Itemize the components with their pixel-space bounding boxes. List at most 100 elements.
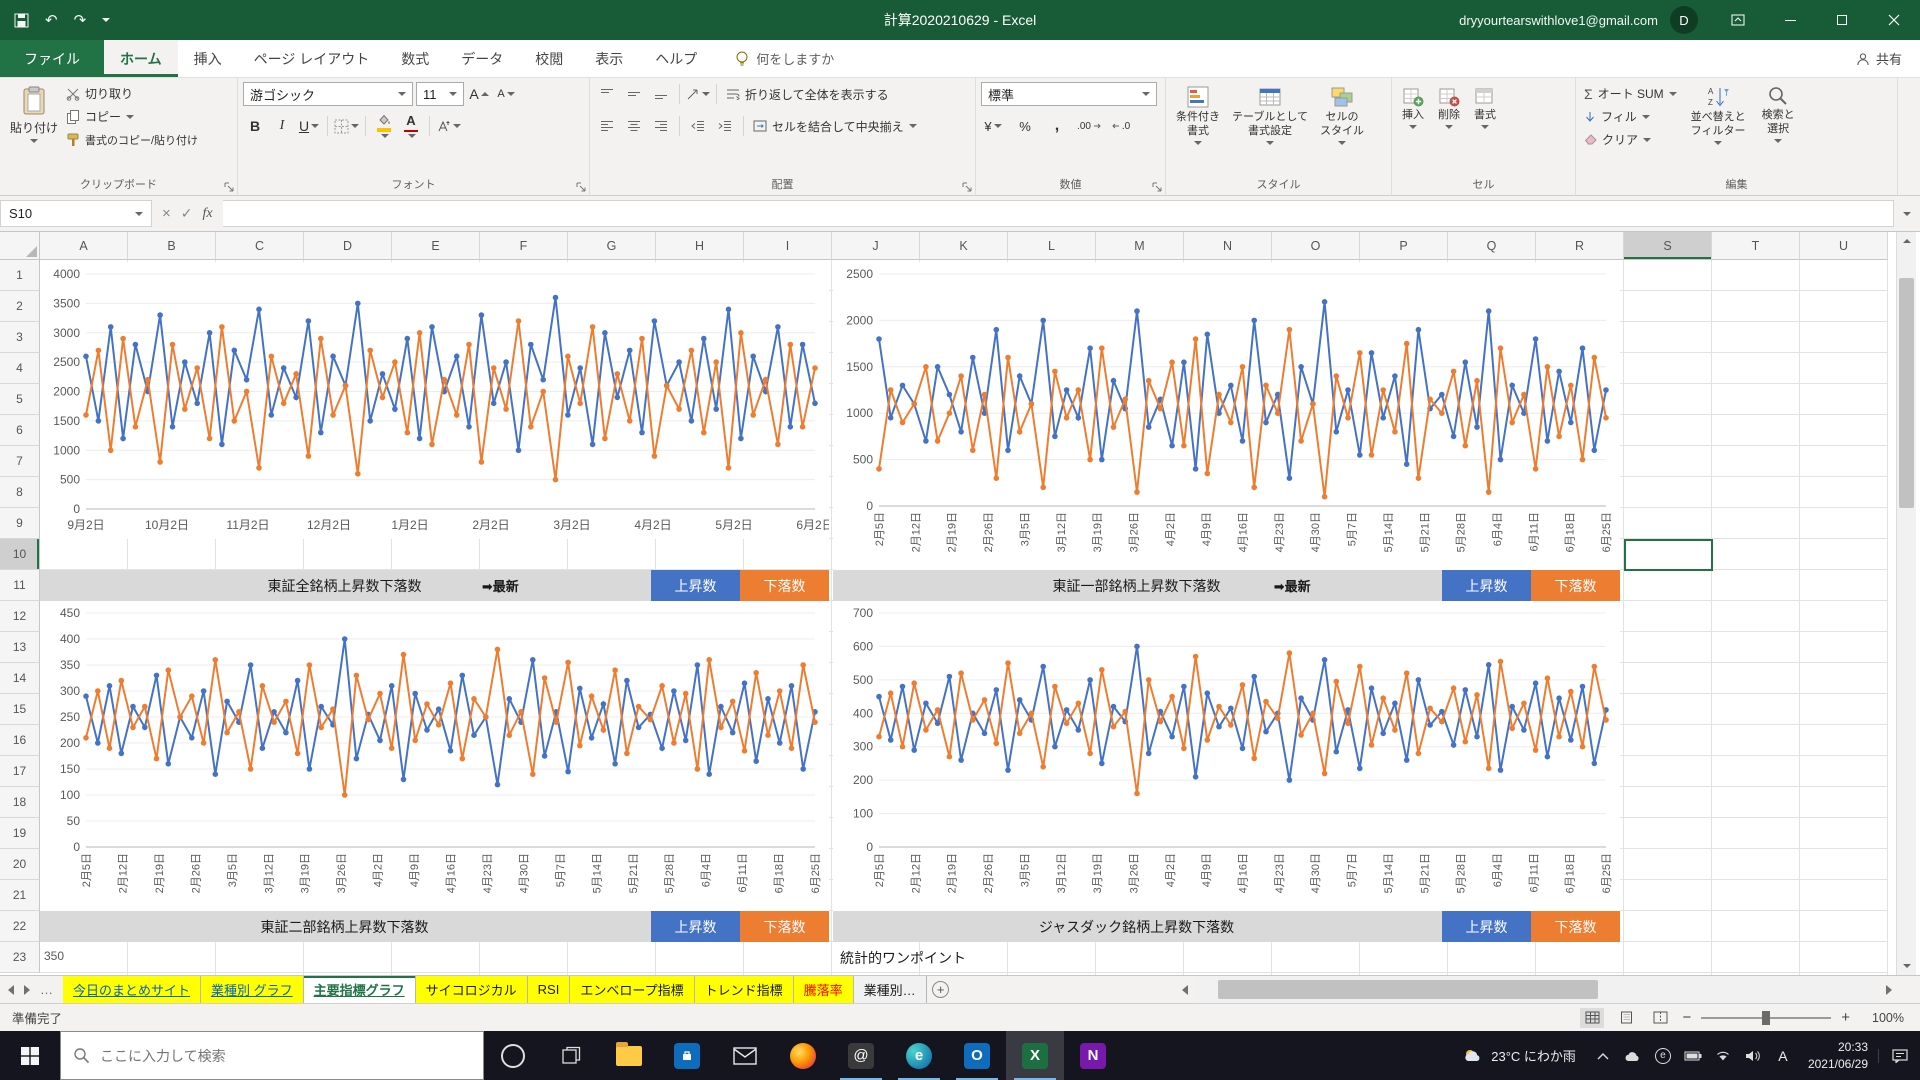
legend-up-cell[interactable]: 上昇数 xyxy=(1442,570,1531,601)
column-header-D[interactable]: D xyxy=(304,232,392,260)
sheet-tab-エンベロープ指標[interactable]: エンベロープ指標 xyxy=(570,976,694,1003)
sheet-tab-今日のまとめサイト[interactable]: 今日のまとめサイト xyxy=(63,976,201,1003)
currency-format-button[interactable]: ¥ xyxy=(981,114,1005,138)
column-header-H[interactable]: H xyxy=(656,232,744,260)
firefox-icon[interactable] xyxy=(774,1031,832,1080)
autosum-button[interactable]: Σオート SUM xyxy=(1581,82,1680,105)
font-color-button[interactable]: A xyxy=(399,114,423,138)
column-header-C[interactable]: C xyxy=(216,232,304,260)
cell-A23[interactable]: 350 xyxy=(44,949,64,963)
weather-button[interactable]: 23°C にわか雨 xyxy=(1451,1046,1588,1065)
decrease-font-button[interactable]: A xyxy=(494,82,518,106)
close-button[interactable] xyxy=(1868,0,1920,40)
sheet-tab-業種別 グラフ[interactable]: 業種別 グラフ xyxy=(201,976,304,1003)
legend-up-cell[interactable]: 上昇数 xyxy=(651,911,740,942)
column-header-Q[interactable]: Q xyxy=(1448,232,1536,260)
sheet-nav-left-icon[interactable] xyxy=(8,985,14,995)
row-header-18[interactable]: 18 xyxy=(0,787,40,818)
sheet-tab-主要指標グラフ[interactable]: 主要指標グラフ xyxy=(304,976,416,1003)
column-header-F[interactable]: F xyxy=(480,232,568,260)
column-header-A[interactable]: A xyxy=(40,232,128,260)
column-header-O[interactable]: O xyxy=(1272,232,1360,260)
column-header-E[interactable]: E xyxy=(392,232,480,260)
underline-button[interactable]: U xyxy=(297,114,321,138)
column-header-S[interactable]: S xyxy=(1624,232,1712,260)
orientation-button[interactable] xyxy=(686,82,710,106)
row-header-2[interactable]: 2 xyxy=(0,291,40,322)
expand-formula-bar-icon[interactable] xyxy=(1894,200,1920,227)
ribbon-tab-データ[interactable]: データ xyxy=(445,40,519,77)
paste-dropdown-icon[interactable] xyxy=(30,139,38,143)
battery-icon[interactable] xyxy=(1678,1051,1708,1061)
row-header-16[interactable]: 16 xyxy=(0,725,40,756)
align-left-button[interactable] xyxy=(595,114,619,138)
clipboard-dialog-launcher[interactable] xyxy=(224,182,234,192)
align-right-button[interactable] xyxy=(649,114,673,138)
onenote-icon[interactable]: N xyxy=(1064,1031,1122,1080)
column-header-L[interactable]: L xyxy=(1008,232,1096,260)
cell-J23[interactable]: 統計的ワンポイント xyxy=(840,942,966,973)
cortana-button[interactable] xyxy=(484,1031,542,1080)
fill-button[interactable]: フィル xyxy=(1581,105,1680,128)
legend-down-cell[interactable]: 下落数 xyxy=(740,911,829,942)
clear-button[interactable]: クリア xyxy=(1581,128,1680,151)
column-header-I[interactable]: I xyxy=(744,232,832,260)
e-circle-icon[interactable]: e xyxy=(1648,1048,1678,1064)
file-explorer-icon[interactable] xyxy=(600,1031,658,1080)
caption-tse-all[interactable]: 東証全銘柄上昇数下落数 ➡最新 上昇数 下落数 xyxy=(40,570,829,601)
legend-down-cell[interactable]: 下落数 xyxy=(1531,570,1620,601)
italic-button[interactable]: I xyxy=(270,114,294,138)
row-header-21[interactable]: 21 xyxy=(0,880,40,911)
column-header-U[interactable]: U xyxy=(1800,232,1888,260)
start-button[interactable] xyxy=(0,1031,60,1080)
ribbon-tab-表示[interactable]: 表示 xyxy=(579,40,639,77)
sheet-tab-トレンド指標[interactable]: トレンド指標 xyxy=(695,976,794,1003)
align-bottom-button[interactable] xyxy=(649,82,673,106)
column-header-K[interactable]: K xyxy=(920,232,1008,260)
hidden-icons-chevron[interactable] xyxy=(1588,1052,1618,1060)
ime-mode-indicator[interactable]: A xyxy=(1768,1048,1798,1064)
legend-up-cell[interactable]: 上昇数 xyxy=(1442,911,1531,942)
selected-cell-S10[interactable] xyxy=(1624,539,1713,571)
legend-up-cell[interactable]: 上昇数 xyxy=(651,570,740,601)
scroll-up-icon[interactable] xyxy=(1897,232,1916,250)
row-header-19[interactable]: 19 xyxy=(0,818,40,849)
file-tab[interactable]: ファイル xyxy=(0,40,104,77)
sheet-tab-業種別[interactable]: 業種別… xyxy=(854,976,927,1003)
store-icon[interactable] xyxy=(658,1031,716,1080)
legend-down-cell[interactable]: 下落数 xyxy=(1531,911,1620,942)
ribbon-tab-ホーム[interactable]: ホーム xyxy=(104,40,178,77)
sheet-nav-more[interactable]: … xyxy=(40,982,55,997)
increase-indent-button[interactable] xyxy=(713,114,737,138)
chart-tse-first-section[interactable]: 050010001500200025002月5日2月12日2月19日2月26日3… xyxy=(833,262,1620,570)
zoom-in-icon[interactable]: + xyxy=(1841,1009,1850,1026)
action-center-button[interactable] xyxy=(1878,1049,1920,1063)
decrease-decimal-button[interactable]: .0 xyxy=(1109,114,1133,138)
row-header-6[interactable]: 6 xyxy=(0,415,40,446)
edge-icon[interactable]: e xyxy=(890,1031,948,1080)
column-header-M[interactable]: M xyxy=(1096,232,1184,260)
wrap-text-button[interactable]: 折り返して全体を表示する xyxy=(723,83,892,106)
align-middle-button[interactable] xyxy=(622,82,646,106)
chart-jasdaq[interactable]: 01002003004005006007002月5日2月12日2月19日2月26… xyxy=(833,601,1620,911)
confirm-entry-icon[interactable]: ✓ xyxy=(181,205,193,222)
align-top-button[interactable] xyxy=(595,82,619,106)
select-all-corner[interactable] xyxy=(0,232,40,260)
column-header-G[interactable]: G xyxy=(568,232,656,260)
zoom-level[interactable]: 100% xyxy=(1860,1011,1904,1025)
insert-cells-button[interactable]: 挿入 xyxy=(1397,82,1429,176)
horizontal-scroll-thumb[interactable] xyxy=(1218,980,1598,999)
alignment-dialog-launcher[interactable] xyxy=(962,182,972,192)
caption-tse-second[interactable]: 東証二部銘柄上昇数下落数 上昇数 下落数 xyxy=(40,911,829,942)
number-format-select[interactable]: 標準 xyxy=(981,82,1157,106)
copy-button[interactable]: コピー xyxy=(63,105,201,128)
column-header-T[interactable]: T xyxy=(1712,232,1800,260)
increase-font-button[interactable]: A xyxy=(467,82,491,106)
bold-button[interactable]: B xyxy=(243,114,267,138)
paste-button[interactable]: 貼り付け xyxy=(5,82,63,151)
clock[interactable]: 20:33 2021/06/29 xyxy=(1798,1039,1878,1073)
redo-icon[interactable]: ↷ xyxy=(74,11,87,29)
formula-input[interactable] xyxy=(223,200,1894,227)
share-button[interactable]: 共有 xyxy=(1838,40,1920,77)
ribbon-tab-ページ レイアウト[interactable]: ページ レイアウト xyxy=(238,40,386,77)
